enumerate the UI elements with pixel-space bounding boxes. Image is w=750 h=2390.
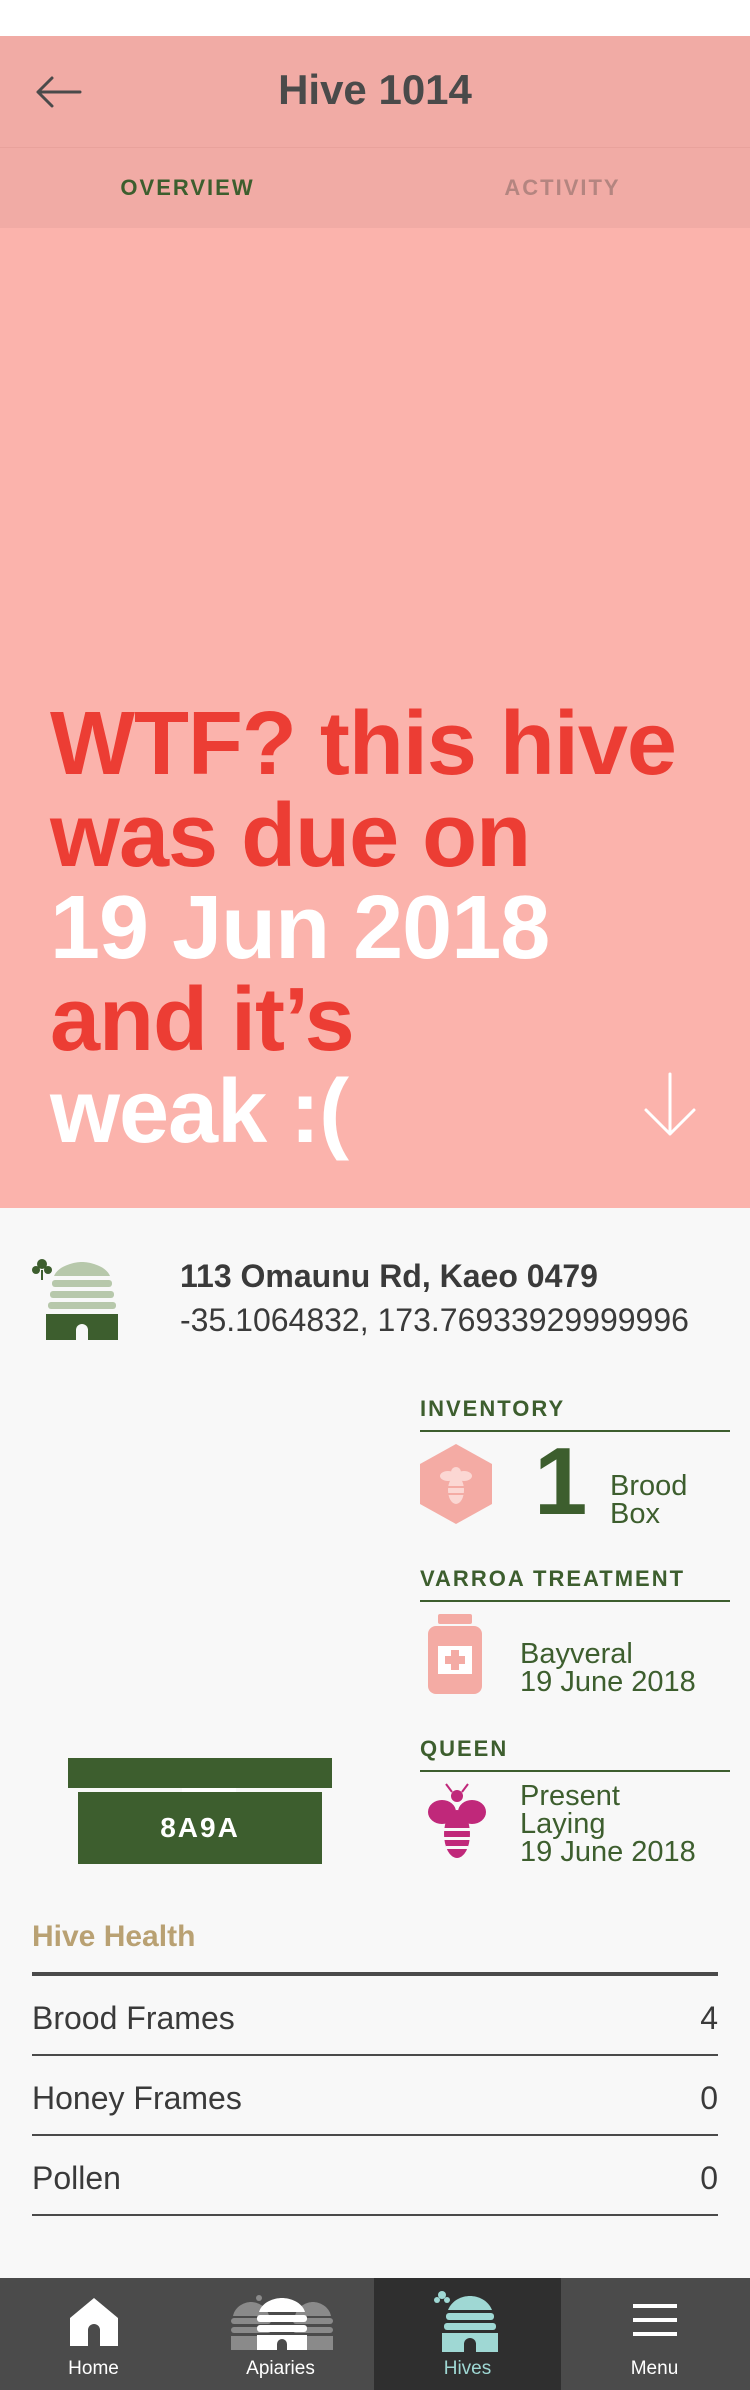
health-row-value: 4 — [700, 2000, 718, 2036]
arrow-down-icon[interactable] — [640, 1070, 700, 1140]
tab-activity[interactable]: ACTIVITY — [375, 148, 750, 228]
page-title: Hive 1014 — [278, 66, 472, 113]
brood-box-hexagon-icon — [420, 1444, 492, 1524]
varroa-product: Bayveral — [520, 1638, 633, 1670]
nav-home[interactable]: Home — [0, 2278, 187, 2390]
queen-details: Present Laying 19 June 2018 — [520, 1780, 696, 1868]
home-icon — [70, 2298, 118, 2346]
hero-alert-panel: WTF? this hive was due on 19 Jun 2018 an… — [0, 228, 750, 1208]
nav-apiaries-label: Apiaries — [246, 2358, 315, 2379]
hive-tag-box: 8A9A — [78, 1792, 322, 1864]
queen-date: 19 June 2018 — [520, 1836, 696, 1868]
health-row-brood-frames: Brood Frames 4 — [32, 1976, 718, 2056]
health-row-label: Honey Frames — [32, 2080, 242, 2116]
tab-overview[interactable]: OVERVIEW — [0, 148, 375, 228]
status-bar-area — [0, 0, 750, 36]
varroa-details: Bayveral 19 June 2018 — [520, 1638, 696, 1698]
nav-hives-label: Hives — [443, 2358, 492, 2379]
queen-state: Laying — [520, 1808, 606, 1840]
hives-icon — [434, 2291, 498, 2352]
hero-line-2: was due on — [50, 786, 531, 886]
hero-line-3: 19 Jun 2018 — [50, 878, 550, 978]
inventory-section-title: INVENTORY — [420, 1396, 730, 1432]
health-row-value: 0 — [700, 2080, 718, 2116]
queen-bee-icon — [428, 1783, 486, 1858]
nav-apiaries[interactable]: Apiaries — [187, 2278, 374, 2390]
nav-hives[interactable]: Hives — [374, 2278, 561, 2390]
hive-health-title: Hive Health — [32, 1920, 196, 1953]
hero-headline: WTF? this hive was due on 19 Jun 2018 an… — [50, 698, 700, 1158]
medicine-bottle-icon — [428, 1614, 482, 1694]
hive-box-lid — [68, 1758, 332, 1788]
health-row-pollen: Pollen 0 — [32, 2136, 718, 2216]
varroa-section-title: VARROA TREATMENT — [420, 1566, 730, 1602]
queen-status: Present — [520, 1780, 620, 1812]
hero-line-4: and it’s — [50, 970, 355, 1070]
queen-section-title: QUEEN — [420, 1736, 730, 1772]
tab-bar: OVERVIEW ACTIVITY — [0, 148, 750, 376]
health-row-value: 0 — [700, 2160, 718, 2196]
hamburger-menu-icon — [633, 2304, 677, 2336]
hive-address: 113 Omaunu Rd, Kaeo 0479 — [180, 1258, 598, 1294]
nav-home-label: Home — [68, 2358, 119, 2379]
apiaries-icon — [231, 2295, 333, 2350]
hero-line-5: weak :( — [50, 1062, 349, 1162]
hive-coordinates: -35.1064832, 173.76933929999996 — [180, 1302, 689, 1338]
nav-menu-label: Menu — [630, 2358, 679, 2379]
top-app-bar: Hive 1014 — [0, 36, 750, 148]
varroa-date: 19 June 2018 — [520, 1666, 696, 1698]
inventory-count: 1 — [534, 1428, 588, 1535]
health-row-label: Pollen — [32, 2160, 121, 2196]
health-row-honey-frames: Honey Frames 0 — [32, 2056, 718, 2136]
health-row-label: Brood Frames — [32, 2000, 235, 2036]
hero-line-1: WTF? this hive — [50, 694, 677, 794]
inventory-label-line-2: Box — [610, 1498, 660, 1530]
inventory-label: Brood Box — [610, 1470, 688, 1530]
inventory-label-line-1: Brood — [610, 1470, 688, 1502]
nav-menu[interactable]: Menu — [561, 2278, 748, 2390]
beehive-location-icon — [32, 1259, 118, 1340]
bottom-navigation: Home Apiaries Hives Menu — [0, 2278, 750, 2390]
